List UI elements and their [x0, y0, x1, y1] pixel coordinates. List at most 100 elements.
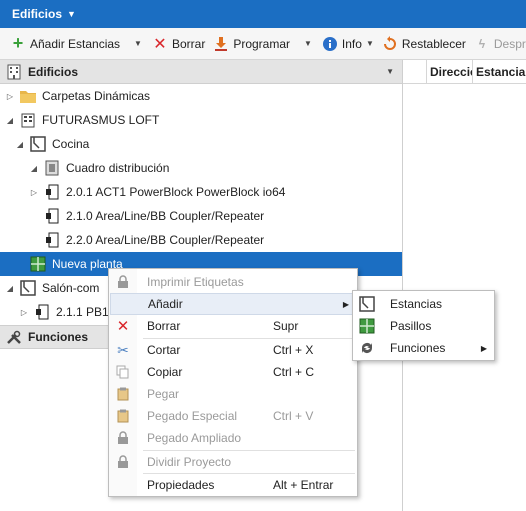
- functions-panel-title: Funciones: [28, 330, 89, 344]
- delete-label: Borrar: [171, 36, 206, 51]
- submenu-arrow-icon: ▶: [480, 343, 487, 353]
- submenu-item-label: Estancias: [390, 297, 443, 311]
- column-direccion[interactable]: Direcció: [427, 60, 473, 83]
- device-icon: [44, 232, 60, 248]
- info-dropdown-icon[interactable]: ▼: [366, 39, 374, 48]
- tree-item-cocina[interactable]: ◢ Cocina: [0, 132, 402, 156]
- submenu-item-rooms[interactable]: Estancias: [354, 293, 493, 315]
- menu-item-label: Pegar: [147, 387, 180, 401]
- app-title: Edificios: [12, 7, 63, 21]
- submenu-arrow-icon: ▶: [342, 299, 349, 309]
- buildings-panel-header[interactable]: Edificios ▼: [0, 60, 402, 84]
- tree-item-label: 2.1.1 PB1: [56, 305, 109, 319]
- collapse-icon[interactable]: ◢: [28, 164, 40, 173]
- tree-item-label: FUTURASMUS LOFT: [42, 113, 160, 127]
- floor-icon: [30, 256, 46, 272]
- tree-item-device-220[interactable]: 2.2.0 Area/Line/BB Coupler/Repeater: [0, 228, 402, 252]
- menu-item-label: Imprimir Etiquetas: [147, 275, 244, 289]
- tree-item-label: 2.2.0 Area/Line/BB Coupler/Repeater: [66, 233, 265, 247]
- menu-item-shortcut: Ctrl + V: [273, 409, 314, 423]
- title-dropdown-icon[interactable]: ▼: [67, 9, 76, 19]
- collapse-icon[interactable]: ◢: [14, 140, 26, 149]
- lock-icon: [110, 431, 136, 445]
- lock-icon: [110, 455, 136, 469]
- menu-item-label: Propiedades: [147, 478, 215, 492]
- device-icon: [44, 184, 60, 200]
- tools-icon: [6, 329, 22, 345]
- lightning-icon: ϟ: [478, 36, 486, 51]
- corridor-icon: [354, 318, 380, 334]
- menu-item-label: Copiar: [147, 365, 183, 379]
- app-title-bar[interactable]: Edificios ▼: [0, 0, 526, 28]
- collapse-icon[interactable]: ◢: [4, 284, 16, 293]
- submenu-item-functions[interactable]: Funciones ▶: [354, 337, 493, 359]
- expand-icon[interactable]: ▷: [4, 92, 16, 101]
- delete-x-icon: ✕: [153, 35, 167, 53]
- unload-label: Despr: [493, 36, 526, 51]
- expand-icon[interactable]: ▷: [18, 308, 30, 317]
- tree-item-label: Carpetas Dinámicas: [42, 89, 151, 103]
- folder-icon: [20, 88, 36, 104]
- collapse-icon[interactable]: ◢: [4, 116, 16, 125]
- submenu-item-label: Funciones: [390, 341, 446, 355]
- menu-item-paste-special[interactable]: Pegado Especial Ctrl + V: [110, 405, 356, 427]
- lock-icon: [110, 275, 136, 289]
- submenu-item-label: Pasillos: [390, 319, 432, 333]
- expand-icon[interactable]: ▷: [28, 188, 40, 197]
- device-icon: [34, 304, 50, 320]
- unload-button[interactable]: ϟ Despr: [470, 32, 526, 56]
- menu-item-add[interactable]: Añadir ▶: [110, 293, 356, 315]
- menu-item-shortcut: Ctrl + C: [273, 365, 315, 379]
- program-dropdown-icon[interactable]: ▼: [304, 39, 312, 48]
- menu-item-delete[interactable]: ✕ Borrar Supr: [110, 315, 356, 337]
- menu-item-cut[interactable]: ✂ Cortar Ctrl + X: [110, 339, 356, 361]
- info-button[interactable]: Info ▼: [318, 32, 378, 56]
- tree-item-label: 2.1.0 Area/Line/BB Coupler/Repeater: [66, 209, 265, 223]
- buildings-panel-title: Edificios: [28, 64, 79, 79]
- building-icon: [20, 112, 36, 128]
- distribution-board-icon: [44, 160, 60, 176]
- column-blank[interactable]: [403, 60, 427, 83]
- info-label: Info: [341, 36, 362, 51]
- menu-item-split-project[interactable]: Dividir Proyecto: [110, 451, 356, 473]
- tree-item-cuadro-distribucion[interactable]: ◢ Cuadro distribución: [0, 156, 402, 180]
- menu-item-copy[interactable]: Copiar Ctrl + C: [110, 361, 356, 383]
- room-icon: [354, 296, 380, 312]
- submenu-item-corridors[interactable]: Pasillos: [354, 315, 493, 337]
- plus-icon: +: [12, 33, 24, 53]
- menu-item-paste[interactable]: Pegar: [110, 383, 356, 405]
- menu-item-label: Borrar: [147, 319, 181, 333]
- copy-icon: [110, 365, 136, 379]
- details-panel: Direcció Estancia: [403, 60, 526, 511]
- scissors-icon: ✂: [117, 341, 129, 358]
- tree-item-device-210[interactable]: 2.1.0 Area/Line/BB Coupler/Repeater: [0, 204, 402, 228]
- room-icon: [20, 280, 36, 296]
- room-icon: [30, 136, 46, 152]
- details-table-header: Direcció Estancia: [403, 60, 526, 84]
- context-menu: Imprimir Etiquetas Añadir ▶ ✕ Borrar Sup…: [108, 268, 358, 497]
- tree-item-dynamic-folders[interactable]: ▷ Carpetas Dinámicas: [0, 84, 402, 108]
- tree-item-label: Salón-com: [42, 281, 100, 295]
- menu-item-shortcut: Supr: [273, 319, 299, 333]
- menu-item-print-labels[interactable]: Imprimir Etiquetas: [110, 271, 356, 293]
- delete-x-icon: ✕: [116, 318, 130, 335]
- menu-item-label: Dividir Proyecto: [147, 455, 232, 469]
- tree-item-device-201[interactable]: ▷ 2.0.1 ACT1 PowerBlock PowerBlock io64: [0, 180, 402, 204]
- reset-label: Restablecer: [401, 36, 466, 51]
- program-button[interactable]: Programar: [209, 32, 294, 56]
- add-submenu: Estancias Pasillos Funciones ▶: [352, 290, 495, 361]
- reset-button[interactable]: Restablecer: [378, 32, 470, 56]
- column-estancia[interactable]: Estancia: [473, 60, 525, 84]
- delete-button[interactable]: ✕ Borrar: [148, 32, 209, 56]
- tree-item-futurasmus-loft[interactable]: ◢ FUTURASMUS LOFT: [0, 108, 402, 132]
- tree-item-label: 2.0.1 ACT1 PowerBlock PowerBlock io64: [66, 185, 286, 199]
- toolbar: + Añadir Estancias ▼ ✕ Borrar Programar …: [0, 28, 526, 60]
- menu-item-properties[interactable]: Propiedades Alt + Entrar: [110, 474, 356, 496]
- menu-item-shortcut: Ctrl + X: [273, 343, 314, 357]
- tree-item-label: Cuadro distribución: [66, 161, 170, 175]
- add-rooms-dropdown-icon[interactable]: ▼: [134, 39, 142, 48]
- menu-item-paste-extended[interactable]: Pegado Ampliado: [110, 427, 356, 449]
- tree-item-label: Cocina: [52, 137, 90, 151]
- add-rooms-button[interactable]: + Añadir Estancias: [6, 32, 124, 56]
- panel-dropdown-icon[interactable]: ▼: [386, 67, 394, 76]
